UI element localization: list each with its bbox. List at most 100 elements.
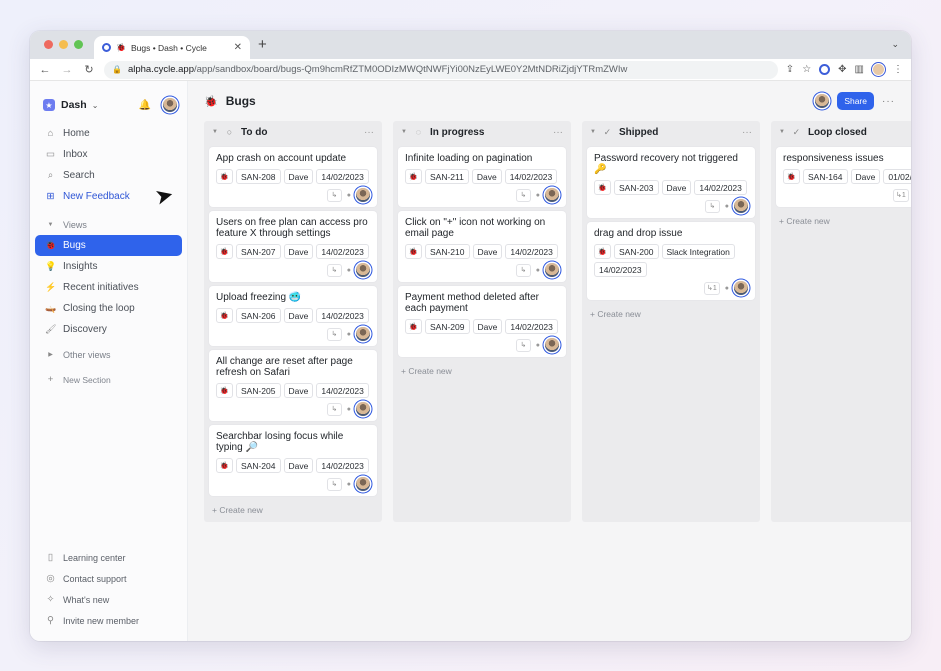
side-panel-icon[interactable]: ▥ [855, 64, 864, 75]
comment-icon[interactable]: ● [347, 192, 351, 199]
card-property[interactable]: Dave [850, 169, 881, 184]
comment-icon[interactable]: ● [347, 406, 351, 413]
nav-learning-center[interactable]: ▯ Learning center [35, 547, 182, 568]
bug-type-icon[interactable]: 🐞 [783, 169, 800, 184]
comment-icon[interactable]: ● [536, 192, 540, 199]
nav-whats-new[interactable]: ✧ What's new [35, 589, 182, 610]
link-feedback-button[interactable]: ↳ [326, 263, 342, 277]
maximize-window-button[interactable] [74, 40, 83, 49]
collaborator-avatar[interactable] [815, 94, 830, 108]
bug-type-icon[interactable]: 🐞 [405, 169, 422, 184]
issue-card[interactable]: Searchbar losing focus while typing 🔎 🐞 SA… [209, 425, 377, 496]
caret-down-icon[interactable]: ▼ [590, 129, 596, 135]
card-property[interactable]: SAN-200 [614, 244, 659, 259]
views-section-toggle[interactable]: ▼ Views [35, 214, 182, 235]
workspace-name[interactable]: Dash [61, 99, 87, 111]
assignee-avatar[interactable] [545, 188, 559, 202]
card-property[interactable]: 14/02/2023 [504, 169, 558, 184]
card-property[interactable]: Dave [283, 383, 314, 398]
share-button[interactable]: Share [837, 92, 874, 110]
column-more-icon[interactable]: ··· [364, 127, 374, 138]
card-property[interactable]: 14/02/2023 [505, 319, 558, 334]
caret-down-icon[interactable]: ▼ [779, 129, 785, 135]
card-property[interactable]: 14/02/2023 [316, 308, 369, 323]
bug-type-icon[interactable]: 🐞 [594, 244, 611, 259]
sidebar-item-recent-initiatives[interactable]: ⚡ Recent initiatives [35, 277, 182, 298]
column-more-icon[interactable]: ··· [742, 127, 752, 138]
card-property[interactable]: Dave [661, 180, 692, 195]
card-property[interactable]: 14/02/2023 [316, 244, 369, 259]
assignee-avatar[interactable] [545, 338, 559, 352]
link-feedback-button[interactable]: ↳ [515, 188, 531, 202]
card-property[interactable]: 01/02/2023 [883, 169, 911, 184]
reload-icon[interactable]: ↻ [82, 63, 96, 76]
card-property[interactable]: Dave [283, 244, 314, 259]
bug-type-icon[interactable]: 🐞 [405, 319, 422, 334]
issue-card[interactable]: All change are reset after page refresh … [209, 350, 377, 421]
share-page-icon[interactable]: ⇪ [786, 64, 794, 75]
card-property[interactable]: SAN-210 [425, 244, 470, 259]
sidebar-item-discovery[interactable]: 🖌 Discovery [35, 319, 182, 340]
url-field[interactable]: 🔒 alpha.cycle.app/app/sandbox/board/bugs… [104, 60, 778, 79]
issue-card[interactable]: Infinite loading on pagination 🐞 SAN-211 Da… [398, 147, 566, 207]
bookmark-star-icon[interactable]: ☆ [802, 64, 811, 75]
issue-card[interactable]: responsiveness issues 🐞SAN-164Dave01/02/2… [776, 147, 911, 207]
card-property[interactable]: Dave [472, 319, 503, 334]
assignee-avatar[interactable] [356, 188, 370, 202]
tab-search-chevron-icon[interactable]: ⌄ [891, 39, 899, 50]
user-avatar[interactable] [163, 98, 177, 112]
create-new-button[interactable]: + Create new [398, 366, 566, 376]
issue-card[interactable]: Payment method deleted after each paymen… [398, 286, 566, 357]
sidebar-item-bugs[interactable]: 🐞 Bugs [35, 235, 182, 256]
card-property[interactable]: 14/02/2023 [594, 262, 647, 277]
link-feedback-button[interactable]: ↳ [326, 188, 342, 202]
card-property[interactable]: Dave [283, 458, 314, 473]
assignee-avatar[interactable] [545, 263, 559, 277]
nav-invite-member[interactable]: ⚲ Invite new member [35, 610, 182, 631]
comment-icon[interactable]: ● [725, 285, 729, 292]
card-property[interactable]: 14/02/2023 [316, 169, 369, 184]
more-options-icon[interactable]: ··· [882, 96, 895, 107]
new-tab-button[interactable]: + [258, 36, 267, 53]
back-icon[interactable]: ← [38, 64, 52, 76]
card-property[interactable]: Dave [472, 244, 503, 259]
card-property[interactable]: SAN-206 [236, 308, 281, 323]
bug-type-icon[interactable]: 🐞 [405, 244, 422, 259]
column-header[interactable]: ▼ ○ To do ··· [209, 121, 377, 143]
issue-card[interactable]: drag and drop issue 🐞 SAN-200 Slack Integra… [587, 222, 755, 300]
card-property[interactable]: 14/02/2023 [316, 458, 369, 473]
nav-contact-support[interactable]: ◎ Contact support [35, 568, 182, 589]
other-views-toggle[interactable]: ▶ Other views [35, 344, 182, 365]
forward-icon[interactable]: → [60, 64, 74, 76]
create-new-button[interactable]: + Create new [776, 216, 911, 226]
create-new-button[interactable]: + Create new [587, 309, 755, 319]
caret-down-icon[interactable]: ▼ [212, 129, 218, 135]
nav-inbox[interactable]: ▭ Inbox [35, 144, 182, 165]
card-property[interactable]: Dave [283, 169, 314, 184]
create-new-button[interactable]: + Create new [209, 505, 377, 515]
bug-type-icon[interactable]: 🐞 [216, 383, 233, 398]
column-more-icon[interactable]: ··· [553, 127, 563, 138]
comment-icon[interactable]: ● [725, 203, 729, 210]
bug-type-icon[interactable]: 🐞 [216, 169, 233, 184]
card-property[interactable]: SAN-208 [236, 169, 281, 184]
card-property[interactable]: SAN-211 [425, 169, 469, 184]
column-header[interactable]: ▼ ◌ In progress ··· [398, 121, 566, 143]
cycle-extension-icon[interactable] [819, 64, 831, 75]
assignee-avatar[interactable] [734, 199, 748, 213]
link-feedback-button[interactable]: ↳ [704, 199, 720, 213]
extensions-puzzle-icon[interactable]: ✥ [838, 64, 846, 75]
browser-menu-icon[interactable]: ⋮ [893, 64, 903, 75]
link-feedback-button[interactable]: ↳ [515, 338, 531, 352]
card-property[interactable]: Dave [283, 308, 314, 323]
nav-home[interactable]: ⌂ Home [35, 123, 182, 144]
linked-feedback-button[interactable]: ↳ 1 [703, 281, 720, 295]
browser-tab[interactable]: 🐞 Bugs • Dash • Cycle ✕ [94, 36, 250, 59]
column-header[interactable]: ▼ ✓ Shipped ··· [587, 121, 755, 143]
comment-icon[interactable]: ● [536, 342, 540, 349]
card-property[interactable]: SAN-164 [803, 169, 848, 184]
link-feedback-button[interactable]: ↳ [326, 477, 342, 491]
card-property[interactable]: 14/02/2023 [694, 180, 747, 195]
minimize-window-button[interactable] [59, 40, 68, 49]
caret-down-icon[interactable]: ▼ [401, 129, 407, 135]
